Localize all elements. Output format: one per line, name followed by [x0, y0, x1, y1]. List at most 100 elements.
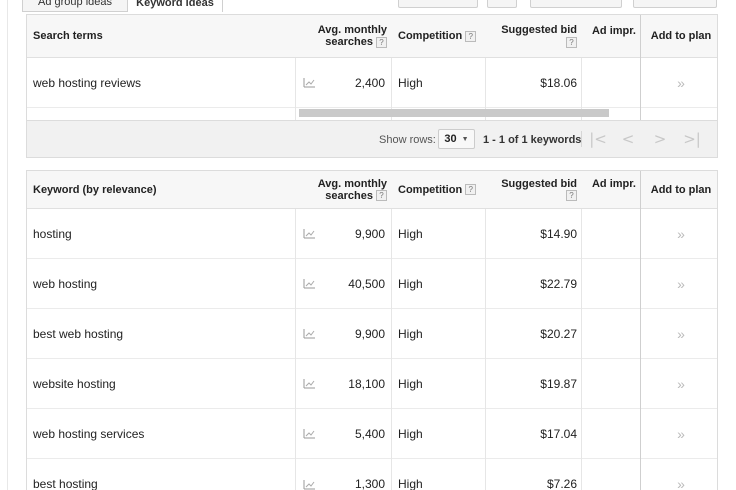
column-divider	[295, 209, 296, 490]
trend-chart-icon[interactable]	[303, 459, 319, 490]
table-row: best web hosting 9,900 High $20.27 »	[27, 309, 717, 359]
col-header-bid-label: Suggested bid	[501, 24, 577, 36]
col-header-ad-impr[interactable]: Ad impr.	[587, 15, 641, 57]
toolbar-button[interactable]	[398, 0, 478, 8]
col-header-competition[interactable]: Competition?	[398, 171, 477, 208]
prev-page-icon[interactable]: <	[614, 129, 642, 149]
keyword-cell: web hosting reviews	[33, 75, 142, 90]
competition-cell: High	[398, 226, 423, 241]
keyword-cell: hosting	[33, 226, 72, 241]
column-divider	[581, 209, 582, 490]
help-icon[interactable]: ?	[566, 36, 577, 48]
range-text: 1 - 1 of 1 keywords	[483, 134, 582, 146]
toolbar-button[interactable]	[487, 0, 517, 8]
column-divider	[391, 209, 392, 490]
rows-per-page-select[interactable]: 30 ▼	[438, 129, 475, 149]
suggested-bid-cell: $18.06	[540, 75, 577, 90]
help-icon[interactable]: ?	[465, 30, 477, 42]
column-divider	[640, 15, 641, 120]
toolbar-button[interactable]	[633, 0, 717, 8]
table-header: Search terms Avg. monthly searches? Comp…	[27, 15, 717, 58]
keyword-cell: website hosting	[33, 376, 116, 391]
table-row: web hosting services 5,400 High $17.04 »	[27, 409, 717, 459]
add-to-plan-button[interactable]: »	[645, 58, 717, 107]
last-page-icon[interactable]: >|	[678, 129, 706, 149]
toolbar-button[interactable]	[530, 0, 622, 8]
keyword-cell: best web hosting	[33, 326, 124, 341]
horizontal-scrollbar[interactable]	[299, 109, 609, 117]
trend-chart-icon[interactable]	[303, 58, 319, 107]
trend-chart-icon[interactable]	[303, 409, 319, 458]
tab-keyword-ideas[interactable]: Keyword ideas	[127, 0, 223, 12]
search-terms-table: Search terms Avg. monthly searches? Comp…	[26, 14, 718, 121]
keyword-ideas-table: Keyword (by relevance) Avg. monthly sear…	[26, 170, 718, 490]
add-to-plan-button[interactable]: »	[645, 209, 717, 258]
help-icon[interactable]: ?	[566, 190, 577, 202]
col-header-search-terms[interactable]: Search terms	[33, 15, 103, 57]
show-rows-label: Show rows:	[379, 134, 436, 146]
table-row: best hosting 1,300 High $7.26 »	[27, 459, 717, 490]
next-page-icon[interactable]: >	[646, 129, 674, 149]
avg-searches-cell: 9,900	[354, 226, 385, 241]
tab-ad-group-ideas[interactable]: Ad group ideas	[22, 0, 128, 12]
avg-searches-cell: 40,500	[348, 276, 385, 291]
pager-divider	[581, 131, 582, 147]
suggested-bid-cell: $19.87	[540, 376, 577, 391]
table-header: Keyword (by relevance) Avg. monthly sear…	[27, 171, 717, 209]
trend-chart-icon[interactable]	[303, 209, 319, 258]
keyword-cell: web hosting services	[33, 426, 145, 441]
keyword-cell: web hosting	[33, 276, 98, 291]
trend-chart-icon[interactable]	[303, 359, 319, 408]
add-to-plan-button[interactable]: »	[645, 309, 717, 358]
avg-searches-cell: 1,300	[354, 477, 385, 490]
column-divider	[485, 209, 486, 490]
first-page-icon[interactable]: |<	[584, 129, 612, 149]
avg-searches-cell: 5,400	[354, 426, 385, 441]
col-header-suggested-bid[interactable]: Suggested bid ?	[485, 171, 577, 208]
table-row: web hosting 40,500 High $22.79 »	[27, 259, 717, 309]
avg-searches-cell: 2,400	[354, 75, 385, 90]
add-to-plan-button[interactable]: »	[645, 259, 717, 308]
add-to-plan-button[interactable]: »	[645, 459, 717, 490]
trend-chart-icon[interactable]	[303, 259, 319, 308]
suggested-bid-cell: $22.79	[540, 276, 577, 291]
col-header-competition-label: Competition	[398, 30, 463, 42]
pagination-bar: Show rows: 30 ▼ 1 - 1 of 1 keywords |< <…	[26, 121, 718, 158]
trend-chart-icon[interactable]	[303, 309, 319, 358]
page-left-border	[7, 0, 8, 490]
suggested-bid-cell: $14.90	[540, 226, 577, 241]
col-header-keyword[interactable]: Keyword (by relevance)	[33, 171, 157, 208]
suggested-bid-cell: $20.27	[540, 326, 577, 341]
col-header-avg-line2: searches	[325, 189, 373, 202]
col-header-ad-impr[interactable]: Ad impr.	[587, 171, 641, 208]
rows-per-page-value: 30	[444, 133, 457, 145]
col-header-avg-line2: searches	[325, 36, 373, 48]
competition-cell: High	[398, 477, 423, 490]
col-header-competition[interactable]: Competition?	[398, 15, 477, 57]
pagination-range: 1 - 1 of 1 keywords	[483, 134, 581, 146]
col-header-competition-label: Competition	[398, 183, 463, 196]
keyword-cell: best hosting	[33, 477, 98, 490]
add-to-plan-button[interactable]: »	[645, 409, 717, 458]
avg-searches-cell: 18,100	[348, 376, 385, 391]
competition-cell: High	[398, 376, 423, 391]
table-row: web hosting reviews 2,400 High $18.06 »	[27, 58, 717, 108]
help-icon[interactable]: ?	[376, 190, 387, 202]
caret-down-icon: ▼	[461, 135, 469, 143]
col-header-suggested-bid[interactable]: Suggested bid ?	[485, 15, 577, 57]
competition-cell: High	[398, 426, 423, 441]
suggested-bid-cell: $17.04	[540, 426, 577, 441]
col-header-bid-label: Suggested bid	[501, 177, 577, 190]
suggested-bid-cell: $7.26	[546, 477, 577, 490]
help-icon[interactable]: ?	[376, 36, 387, 48]
col-header-add-to-plan: Add to plan	[650, 30, 712, 42]
col-header-add-to-plan: Add to plan	[650, 183, 712, 196]
tabs-strip: Ad group ideas Keyword ideas	[0, 0, 736, 12]
add-to-plan-button[interactable]: »	[645, 359, 717, 408]
col-header-avg-searches[interactable]: Avg. monthly searches?	[299, 15, 387, 57]
col-header-avg-searches[interactable]: Avg. monthly searches?	[299, 171, 387, 208]
table-row: website hosting 18,100 High $19.87 »	[27, 359, 717, 409]
table-row: hosting 9,900 High $14.90 »	[27, 209, 717, 259]
column-divider	[640, 171, 641, 490]
help-icon[interactable]: ?	[465, 184, 477, 195]
